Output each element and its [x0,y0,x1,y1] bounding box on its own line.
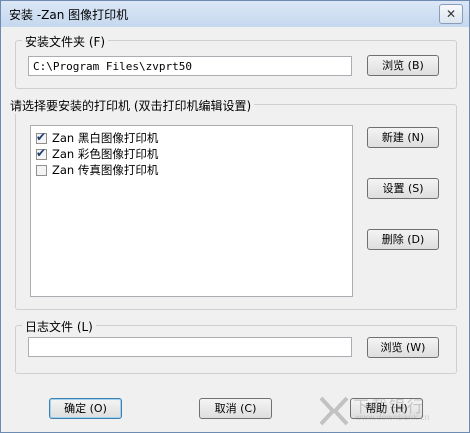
log-file-label: 日志文件 (L) [22,318,96,335]
printer-settings-button[interactable]: 设置 (S) [367,178,439,199]
close-icon: ✕ [445,7,457,21]
install-path-field[interactable]: C:\Program Files\zvprt50 [28,56,352,76]
window-title: 安装 -Zan 图像打印机 [9,8,129,22]
printer-group-label: 请选择要安装的打印机 (双击打印机编辑设置) [7,97,255,114]
printer-checkbox[interactable]: ✔ [36,129,47,144]
printer-name: Zan 黑白图像打印机 [52,131,159,145]
check-icon: ✔ [36,145,47,160]
printer-list[interactable]: ✔ Zan 黑白图像打印机 ✔ Zan 彩色图像打印机 Zan 传真图像打印机 [30,125,353,297]
install-folder-label: 安装文件夹 (F) [22,33,109,50]
watermark-logo-icon [319,396,349,426]
installer-dialog: 安装 -Zan 图像打印机 ✕ 安装文件夹 (F) C:\Program Fil… [0,0,470,433]
delete-printer-button[interactable]: 删除 (D) [367,229,439,250]
printer-checkbox[interactable]: ✔ [36,145,47,160]
watermark: 下载银行 www.downbank.cn [319,391,469,431]
list-item[interactable]: Zan 传真图像打印机 [36,162,158,178]
check-icon: ✔ [36,129,47,144]
printer-name: Zan 传真图像打印机 [52,163,159,177]
printer-name: Zan 彩色图像打印机 [52,147,159,161]
new-printer-button[interactable]: 新建 (N) [367,127,439,148]
list-item[interactable]: ✔ Zan 彩色图像打印机 [36,146,158,162]
close-button[interactable]: ✕ [439,4,463,24]
printer-checkbox[interactable] [36,164,47,176]
browse-log-button[interactable]: 浏览 (W) [367,337,439,358]
title-bar[interactable]: 安装 -Zan 图像打印机 ✕ [1,1,469,27]
list-item[interactable]: ✔ Zan 黑白图像打印机 [36,130,158,146]
watermark-url: www.downbank.cn [355,413,430,422]
ok-button[interactable]: 确定 (O) [49,398,122,419]
cancel-button[interactable]: 取消 (C) [199,398,272,419]
browse-folder-button[interactable]: 浏览 (B) [367,55,439,76]
log-path-field[interactable] [28,337,352,357]
